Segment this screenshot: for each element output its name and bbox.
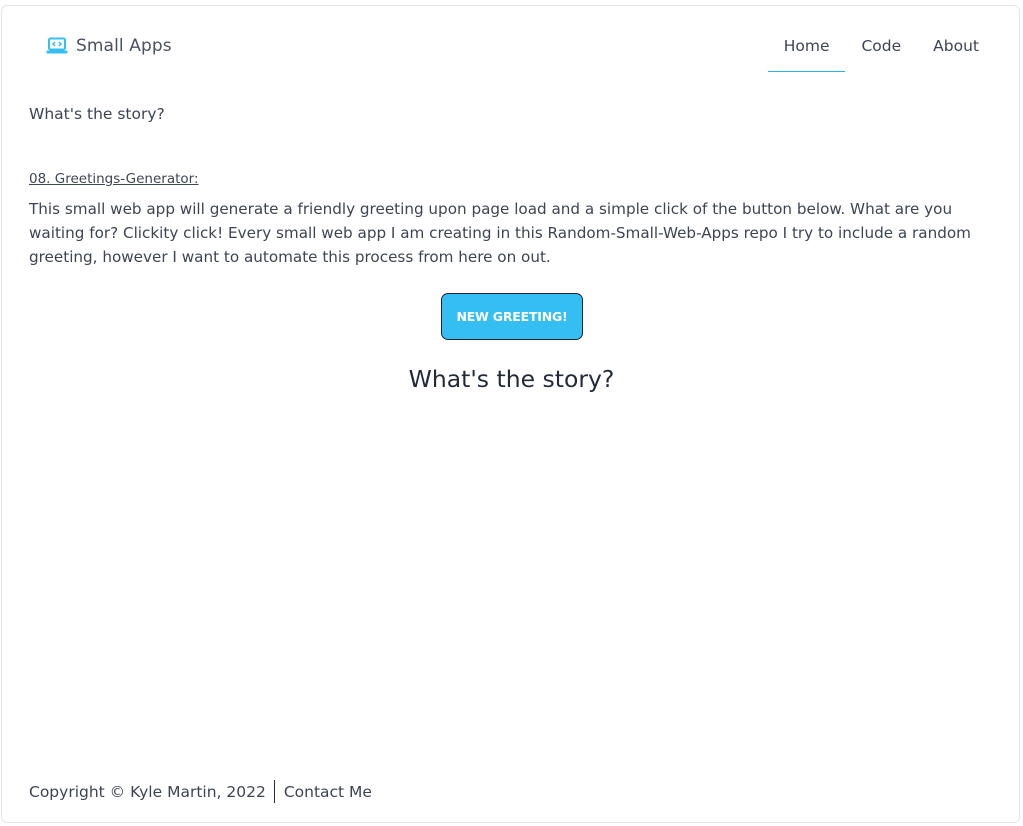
nav-about[interactable]: About — [917, 24, 995, 70]
contact-link[interactable]: Contact Me — [284, 783, 372, 801]
nav-code[interactable]: Code — [845, 24, 917, 70]
laptop-code-icon — [46, 37, 68, 55]
brand-name: Small Apps — [76, 36, 172, 56]
header: Small Apps Home Code About — [2, 6, 1019, 76]
app-description: This small web app will generate a frien… — [29, 200, 971, 266]
greeting-output: What's the story? — [408, 365, 615, 393]
lead-greeting: What's the story? — [29, 105, 165, 123]
copyright-text: Copyright © Kyle Martin, 2022 — [29, 782, 266, 801]
main-nav: Home Code About — [767, 24, 995, 72]
app-title-link[interactable]: 08. Greetings-Generator: — [29, 171, 199, 187]
nav-home[interactable]: Home — [767, 24, 846, 72]
new-greeting-button[interactable]: NEW GREETING! — [441, 293, 583, 340]
page-frame: Small Apps Home Code About What's the st… — [1, 5, 1020, 823]
footer-divider — [273, 780, 275, 803]
brand-link[interactable]: Small Apps — [46, 36, 172, 56]
footer: Copyright © Kyle Martin, 2022 Contact Me — [29, 780, 372, 803]
